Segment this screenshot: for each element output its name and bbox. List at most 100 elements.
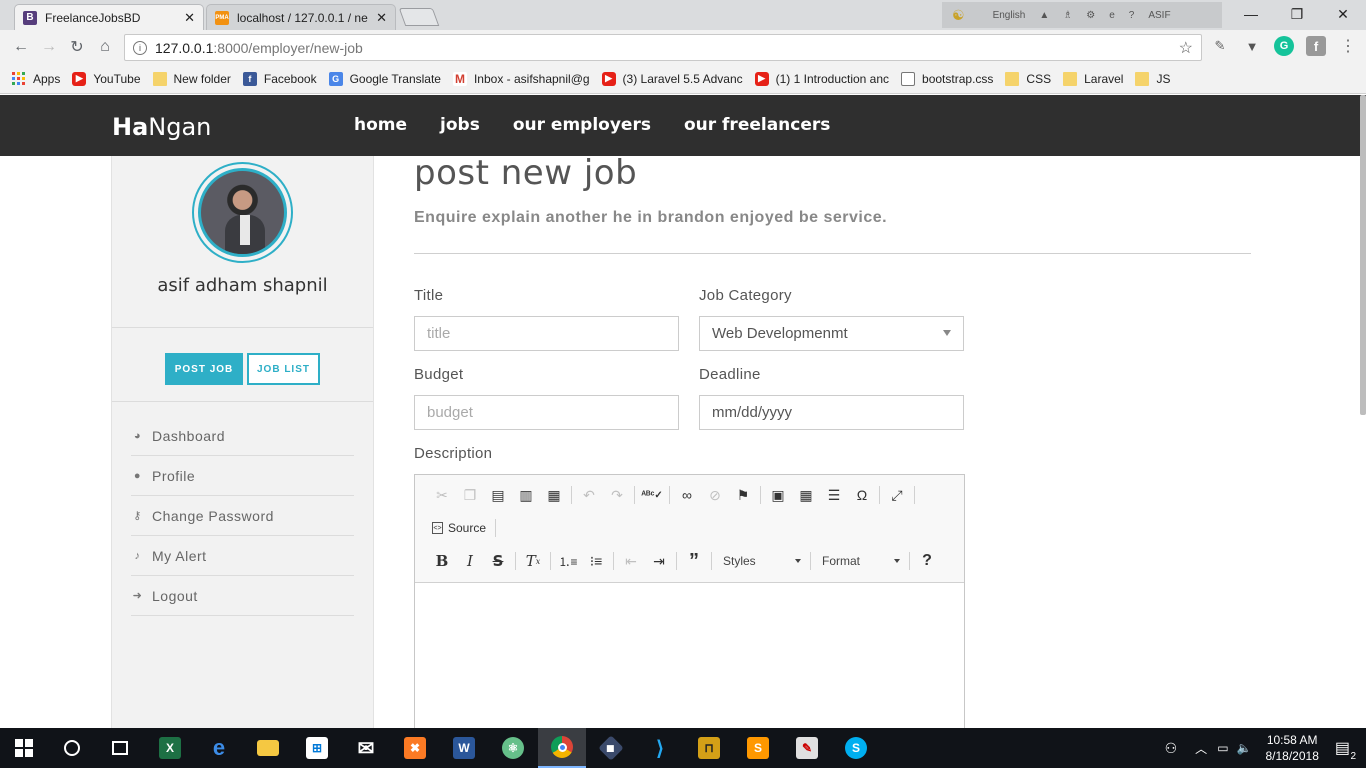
grammarly-extension-icon[interactable]: G xyxy=(1274,36,1294,56)
nav-jobs[interactable]: jobs xyxy=(440,115,480,135)
bookmark-css[interactable]: CSS xyxy=(1005,71,1051,86)
redo-icon[interactable]: ↷ xyxy=(603,483,631,507)
job-category-select[interactable]: Web Developmenmt xyxy=(699,316,964,351)
hat-icon[interactable]: ▲ xyxy=(1039,10,1049,21)
restore-icon[interactable]: ❐ xyxy=(1274,0,1320,28)
source-button[interactable]: <> Source xyxy=(428,521,492,535)
italic-button[interactable]: I xyxy=(456,549,484,573)
styles-dropdown[interactable]: Styles xyxy=(715,550,807,572)
image-icon[interactable]: ▣ xyxy=(764,483,792,507)
paste-text-icon[interactable]: ▥ xyxy=(512,483,540,507)
remove-format-icon[interactable]: Tx xyxy=(519,549,547,573)
minimize-icon[interactable]: — xyxy=(1228,0,1274,28)
copy-icon[interactable]: ❐ xyxy=(456,483,484,507)
taskbar-word[interactable]: W xyxy=(440,728,488,768)
bookmark-introduction[interactable]: ▶ (1) 1 Introduction anc xyxy=(754,71,889,86)
taskbar-store[interactable]: ⊞ xyxy=(293,728,341,768)
numbered-list-icon[interactable]: ⒈≡ xyxy=(554,549,582,573)
clock[interactable]: 10:58 AM 8/18/2018 xyxy=(1265,732,1318,764)
sidebar-item-logout[interactable]: ➜ Logout xyxy=(131,576,354,616)
eyedropper-extension-icon[interactable]: ✎ xyxy=(1210,36,1230,56)
outdent-icon[interactable]: ⇤ xyxy=(617,549,645,573)
spellcheck-icon[interactable]: ᴬᴮᶜ✓ xyxy=(638,483,666,507)
taskbar-sublime[interactable]: S xyxy=(734,728,782,768)
sidebar-item-profile[interactable]: ● Profile xyxy=(131,456,354,496)
facebook-extension-icon[interactable]: f xyxy=(1306,36,1326,56)
chess-icon[interactable]: ♗ xyxy=(1063,10,1072,21)
special-char-icon[interactable]: Ω xyxy=(848,483,876,507)
new-tab-button[interactable] xyxy=(398,8,440,26)
nav-home[interactable]: home xyxy=(354,115,407,135)
link-icon[interactable]: ∞ xyxy=(673,483,701,507)
unlink-icon[interactable]: ⊘ xyxy=(701,483,729,507)
taskbar-mail[interactable]: ✉ xyxy=(342,728,390,768)
back-icon[interactable]: ← xyxy=(10,37,32,57)
nav-our-freelancers[interactable]: our freelancers xyxy=(684,115,830,135)
taskbar-excel[interactable]: X xyxy=(146,728,194,768)
taskbar-xampp[interactable]: ✖ xyxy=(391,728,439,768)
taskbar-atom[interactable]: ⚛ xyxy=(489,728,537,768)
close-window-icon[interactable]: ✕ xyxy=(1320,0,1366,28)
vuejs-extension-icon[interactable]: ▼ xyxy=(1242,36,1262,56)
bookmark-bootstrap-css[interactable]: bootstrap.css xyxy=(901,71,993,86)
nav-our-employers[interactable]: our employers xyxy=(513,115,651,135)
taskbar-skype[interactable]: S xyxy=(832,728,880,768)
editor-content-area[interactable] xyxy=(415,583,964,728)
table-icon[interactable]: ▦ xyxy=(792,483,820,507)
taskbar-chrome[interactable] xyxy=(538,728,586,768)
forward-icon[interactable]: → xyxy=(38,37,60,57)
taskbar-sql-tool[interactable]: ⊓ xyxy=(685,728,733,768)
home-icon[interactable]: ⌂ xyxy=(94,37,116,57)
title-input[interactable]: title xyxy=(414,316,679,351)
blockquote-icon[interactable]: ” xyxy=(680,549,708,573)
settings-icon[interactable]: ⚙ xyxy=(1086,10,1095,21)
sidebar-item-my-alert[interactable]: ♪ My Alert xyxy=(131,536,354,576)
bookmark-js[interactable]: JS xyxy=(1135,71,1170,86)
bookmark-inbox[interactable]: M Inbox - asifshapnil@g xyxy=(452,71,590,86)
page-scrollbar[interactable] xyxy=(1360,95,1366,415)
deadline-date-input[interactable]: mm/dd/yyyy xyxy=(699,395,964,430)
post-job-button[interactable]: POST JOB xyxy=(165,353,243,385)
bookmark-laravel[interactable]: Laravel xyxy=(1063,71,1123,86)
job-list-button[interactable]: JOB LIST xyxy=(247,353,320,385)
people-icon[interactable]: ⚇ xyxy=(1165,740,1178,757)
close-tab-icon[interactable]: ✕ xyxy=(184,10,195,26)
bookmark-google-translate[interactable]: G Google Translate xyxy=(328,71,441,86)
bulleted-list-icon[interactable]: ⁝≡ xyxy=(582,549,610,573)
taskbar-paint[interactable]: ✎ xyxy=(783,728,831,768)
indent-icon[interactable]: ⇥ xyxy=(645,549,673,573)
cut-icon[interactable]: ✂ xyxy=(428,483,456,507)
user-badge[interactable]: ASIF xyxy=(1148,10,1170,21)
start-button[interactable] xyxy=(0,728,48,768)
taskbar-vscode[interactable]: ⟩ xyxy=(636,728,684,768)
tab-freelancejobsbd[interactable]: B FreelanceJobsBD ✕ xyxy=(14,4,204,30)
help-button[interactable]: ? xyxy=(913,549,941,573)
budget-input[interactable]: budget xyxy=(414,395,679,430)
help-icon[interactable]: ? xyxy=(1129,10,1135,21)
reload-icon[interactable]: ↻ xyxy=(66,37,88,57)
sidebar-item-change-password[interactable]: ⚷ Change Password xyxy=(131,496,354,536)
address-bar[interactable]: i 127.0.0.1:8000/employer/new-job ☆ xyxy=(124,34,1202,61)
paste-icon[interactable]: ▤ xyxy=(484,483,512,507)
format-dropdown[interactable]: Format xyxy=(814,550,906,572)
bookmark-apps[interactable]: Apps xyxy=(12,72,60,86)
site-info-icon[interactable]: i xyxy=(133,40,147,55)
chrome-menu-icon[interactable]: ⋮ xyxy=(1338,36,1358,56)
sidebar-item-dashboard[interactable]: ◕ Dashboard xyxy=(131,416,354,456)
bookmark-youtube[interactable]: ▶ YouTube xyxy=(72,71,141,86)
horizontal-line-icon[interactable]: ☰ xyxy=(820,483,848,507)
undo-icon[interactable]: ↶ xyxy=(575,483,603,507)
edge-icon[interactable]: e xyxy=(1109,10,1115,21)
show-hidden-icons-icon[interactable]: ︿ xyxy=(1195,740,1207,757)
maximize-icon[interactable]: ⤢ xyxy=(883,483,911,507)
ime-icon[interactable]: ☯ xyxy=(952,7,965,24)
bookmark-laravel-advanced[interactable]: ▶ (3) Laravel 5.5 Advanc xyxy=(601,71,743,86)
language-indicator[interactable]: English xyxy=(993,10,1026,21)
close-tab-icon[interactable]: ✕ xyxy=(376,10,387,26)
strikethrough-button[interactable]: S xyxy=(484,549,512,573)
volume-muted-icon[interactable]: 🔈 xyxy=(1237,741,1252,755)
bookmark-star-icon[interactable]: ☆ xyxy=(1179,38,1193,58)
taskbar-file-explorer[interactable] xyxy=(244,728,292,768)
task-view-button[interactable] xyxy=(96,728,144,768)
tab-phpmyadmin[interactable]: PMA localhost / 127.0.0.1 / ne ✕ xyxy=(206,4,396,30)
